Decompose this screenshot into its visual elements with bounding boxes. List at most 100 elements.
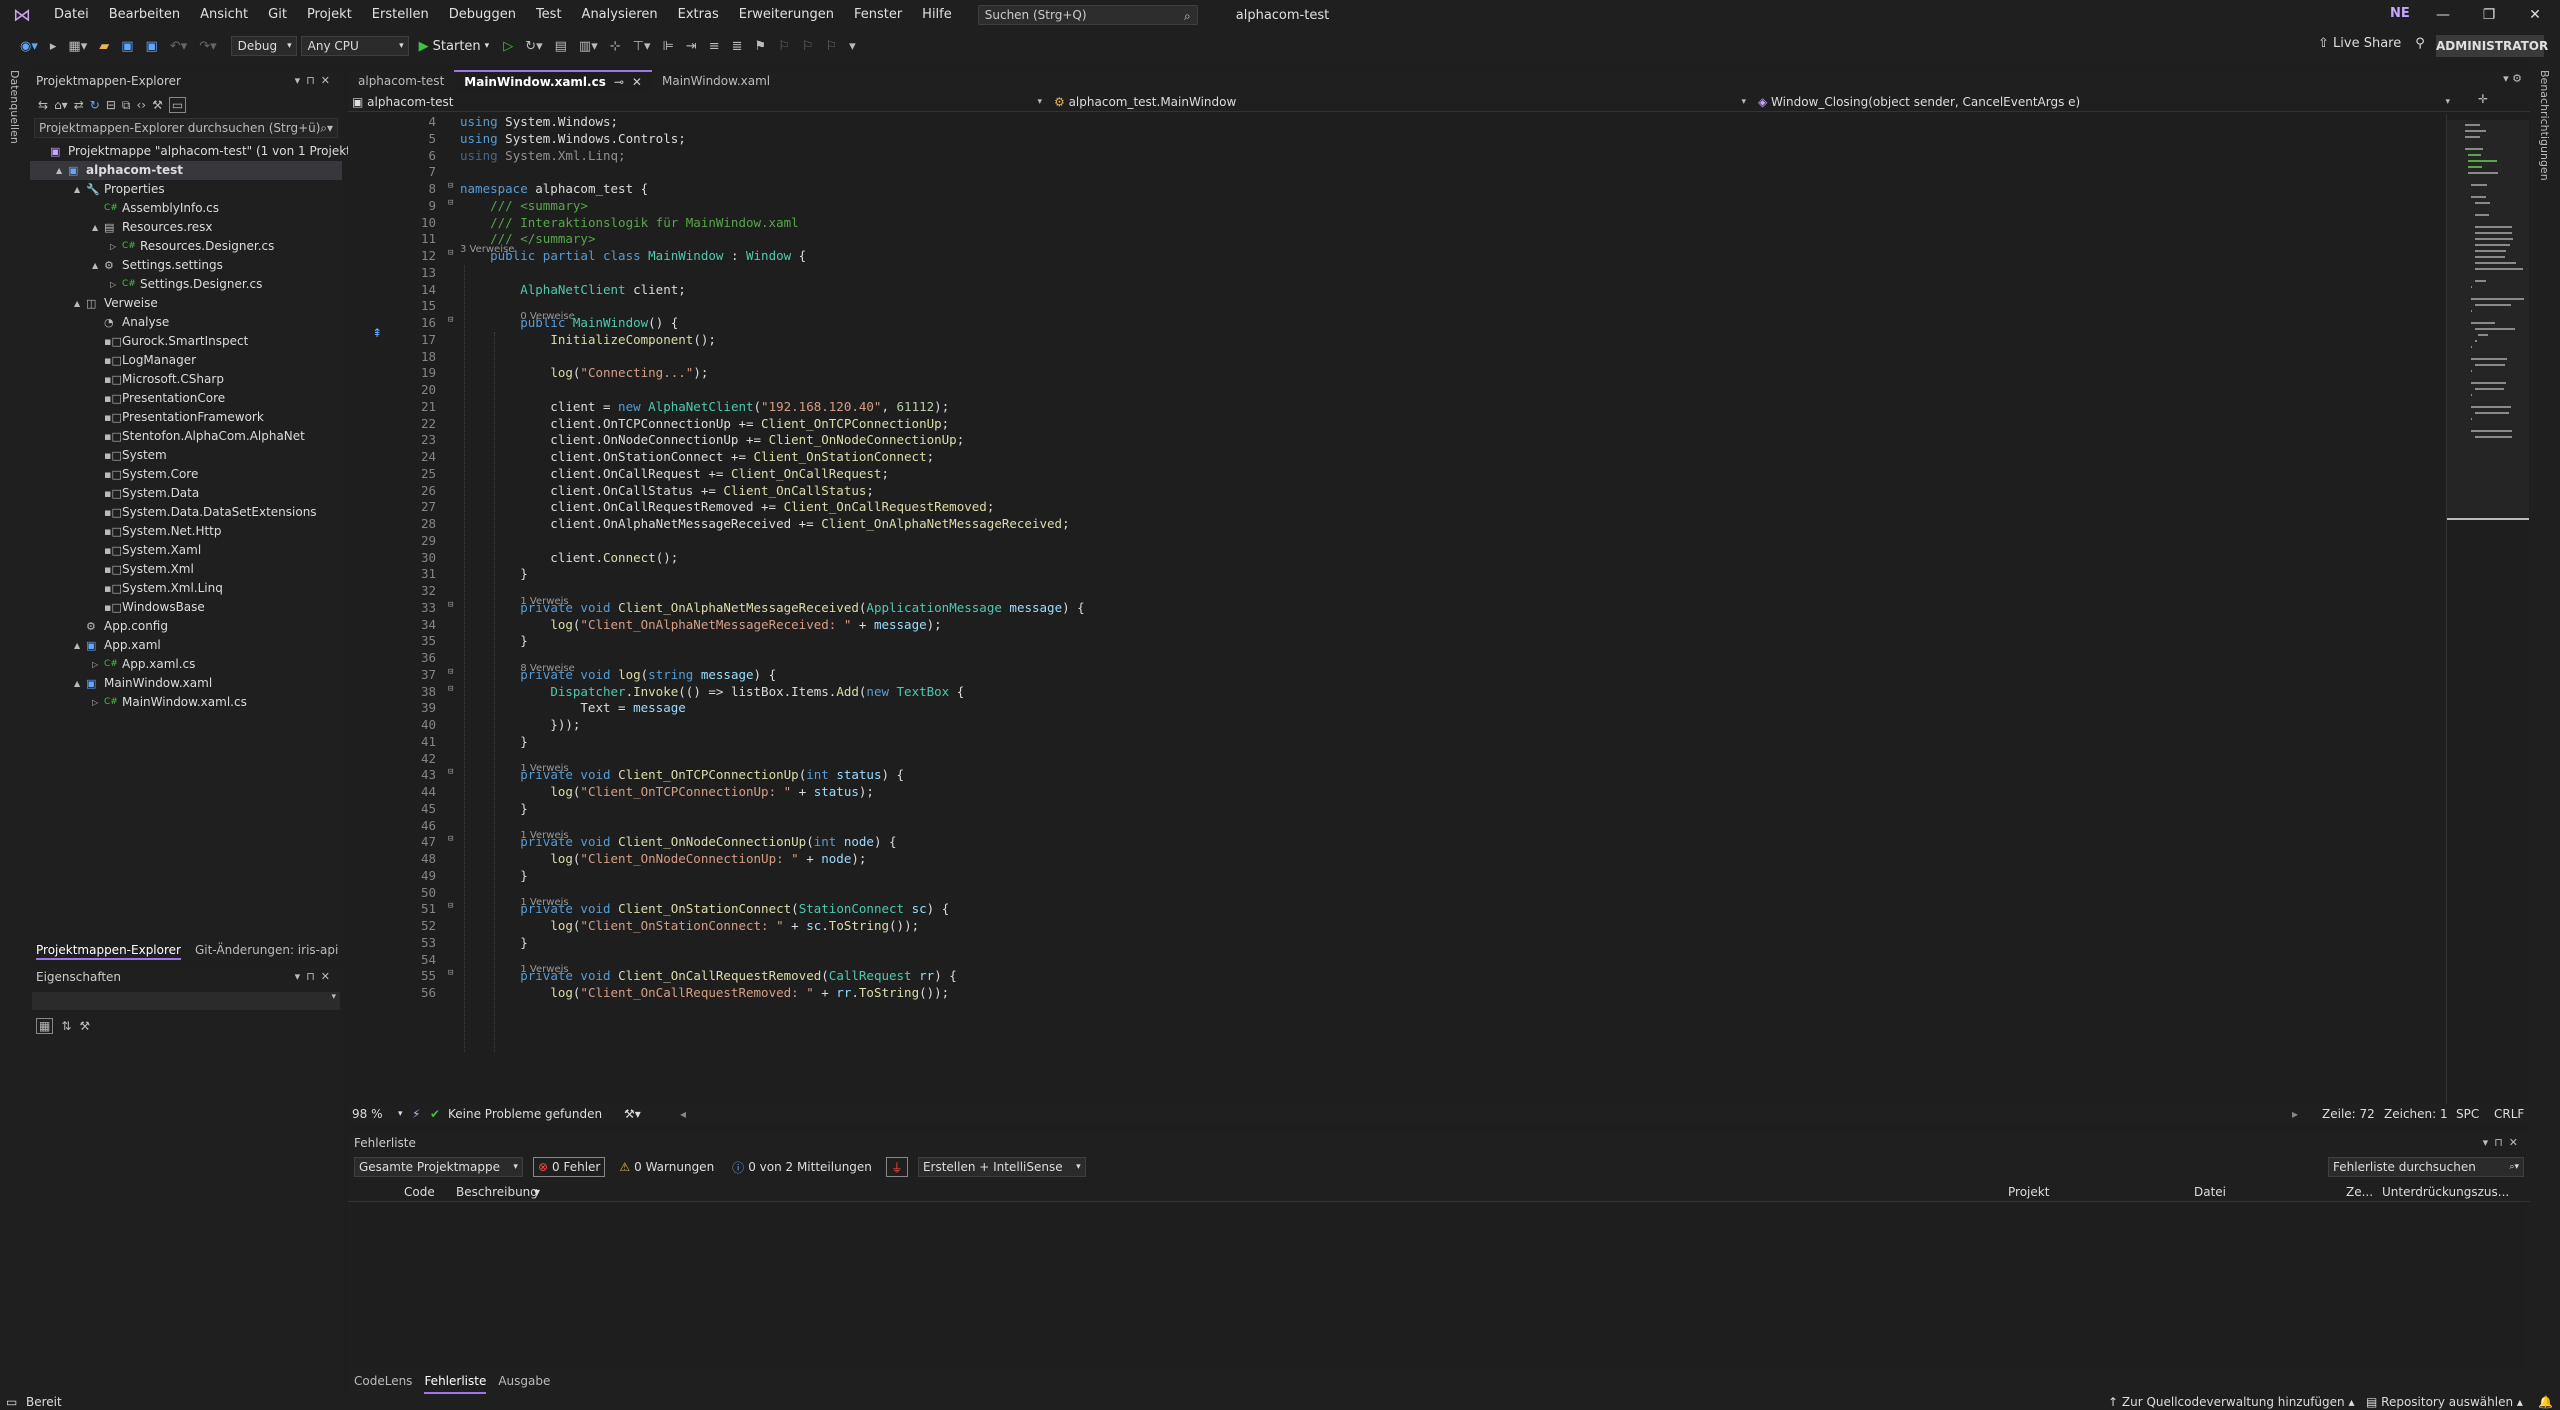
document-tab[interactable]: MainWindow.xaml.cs ⊸ ✕ (454, 70, 652, 92)
expander-icon[interactable]: ▲ (74, 180, 80, 199)
navigate-forward-icon[interactable]: ▸ (46, 39, 61, 54)
properties-object-select[interactable]: ▾ (32, 992, 340, 1010)
menu-item[interactable]: Fenster (844, 0, 912, 30)
tree-item[interactable]: ▲ 🔧 Properties (30, 180, 342, 199)
fold-icon[interactable]: ⊟ (448, 968, 453, 978)
diagnostics-icon[interactable]: ⊹ (606, 39, 625, 54)
tree-item[interactable]: ▪□ LogManager (30, 351, 342, 370)
fold-icon[interactable]: ⊟ (448, 834, 453, 844)
show-all-files-icon[interactable]: ⧉ (122, 98, 131, 113)
expander-icon[interactable]: ▷ (110, 237, 116, 256)
tree-item[interactable]: ▪□ System (30, 446, 342, 465)
menu-item[interactable]: Bearbeiten (99, 0, 190, 30)
code-area[interactable]: 4 using System.Windows; 5 using System.Wind… (348, 114, 2448, 1104)
menu-item[interactable]: Extras (668, 0, 729, 30)
line-indicator[interactable]: Zeile: 72 (2322, 1104, 2375, 1124)
restore-icon[interactable]: ❐ (2466, 0, 2512, 30)
bottom-panel-tab[interactable]: Ausgabe (498, 1368, 550, 1394)
tree-item[interactable]: ▣ Projektmappe "alphacom-test" (1 von 1 P… (30, 142, 356, 161)
tree-item[interactable]: ▪□ Microsoft.CSharp (30, 370, 342, 389)
code-cleanup-icon[interactable]: ⚒▾ (624, 1104, 641, 1124)
error-column-header[interactable]: Beschreibung (456, 1182, 538, 1202)
split-editor-icon[interactable]: ✛ (2478, 92, 2488, 106)
tree-item[interactable]: ▪□ WindowsBase (30, 598, 342, 617)
build-source-select[interactable]: Erstellen + IntelliSense ▾ (917, 1157, 1086, 1177)
menu-item[interactable]: Debuggen (439, 0, 526, 30)
search-box[interactable]: Suchen (Strg+Q) ⌕ (977, 5, 1198, 25)
tree-item[interactable]: ▲ ⚙ Settings.settings (30, 256, 342, 275)
expander-icon[interactable]: ▷ (92, 655, 98, 674)
tree-item[interactable]: ▲ ◫ Verweise (30, 294, 342, 313)
tree-item[interactable]: ▷ C# App.xaml.cs (30, 655, 342, 674)
tree-item[interactable]: ▲ ▣ MainWindow.xaml (30, 674, 342, 693)
minimize-icon[interactable]: — (2420, 0, 2466, 30)
line-ending-indicator[interactable]: CRLF (2494, 1104, 2524, 1124)
switch-view-icon[interactable]: ⇄ (74, 98, 84, 112)
scope-select[interactable]: Gesamte Projektmappe ▾ (354, 1157, 523, 1177)
panel-tab[interactable]: Projektmappen-Explorer (36, 940, 181, 960)
fold-icon[interactable]: ⊟ (448, 315, 453, 325)
tree-item[interactable]: ▪□ System.Xml.Linq (30, 579, 342, 598)
minimap[interactable] (2446, 114, 2529, 1104)
view-code-icon[interactable]: ‹› (136, 98, 146, 112)
expander-icon[interactable]: ▷ (110, 275, 116, 294)
warnings-filter-button[interactable]: ⚠ 0 Warnungen (615, 1157, 718, 1177)
fold-icon[interactable]: ⊟ (448, 181, 453, 191)
filter-toggle-icon[interactable]: ⏚ (885, 1157, 908, 1177)
notifications-bell-icon[interactable]: 🔔 (2538, 1394, 2553, 1410)
feedback-icon[interactable]: ⚲ (2415, 36, 2425, 51)
account-avatar[interactable]: NE (2390, 6, 2414, 24)
tree-item[interactable]: ▲ ▣ alphacom-test (30, 161, 342, 180)
fold-icon[interactable]: ⊟ (448, 248, 453, 258)
tree-item[interactable]: ▪□ System.Data.DataSetExtensions (30, 503, 342, 522)
tree-item[interactable]: ▲ ▤ Resources.resx (30, 218, 342, 237)
error-column-header[interactable]: Unterdrückungszus... (2382, 1182, 2509, 1202)
solution-explorer-search[interactable]: Projektmappen-Explorer durchsuchen (Strg… (34, 118, 338, 138)
save-icon[interactable]: ▣ (117, 39, 137, 54)
bookmark-prev-icon[interactable]: ⚐ (774, 39, 794, 54)
error-column-header[interactable]: Datei (2194, 1182, 2226, 1202)
new-project-icon[interactable]: ▦▾ (64, 39, 91, 54)
fold-icon[interactable]: ⊟ (448, 667, 453, 677)
tree-item[interactable]: ▪□ System.Net.Http (30, 522, 342, 541)
refresh-icon[interactable]: ↻ (90, 98, 100, 112)
error-column-header[interactable]: Projekt (2008, 1182, 2049, 1202)
tree-item[interactable]: ▪□ System.Core (30, 465, 342, 484)
errors-filter-button[interactable]: ⊗ 0 Fehler (532, 1157, 606, 1177)
fold-icon[interactable]: ⊟ (448, 901, 453, 911)
document-tab[interactable]: MainWindow.xaml (652, 70, 780, 92)
platform-select[interactable]: Any CPU ▾ (300, 36, 409, 56)
align-icon[interactable]: ⊫ (658, 39, 677, 54)
scroll-left-icon[interactable]: ◂ (680, 1104, 686, 1124)
indent-icon[interactable]: ⇥ (682, 39, 701, 54)
bottom-panel-tab[interactable]: CodeLens (354, 1368, 412, 1394)
undo-icon[interactable]: ↶▾ (166, 39, 191, 54)
expander-icon[interactable]: ▲ (92, 218, 98, 237)
expander-icon[interactable]: ▷ (92, 693, 98, 712)
bookmark-clear-icon[interactable]: ⚐ (822, 39, 842, 54)
menu-item[interactable]: Projekt (297, 0, 362, 30)
home-icon[interactable]: ⌂▾ (54, 98, 68, 112)
select-repository-button[interactable]: ▤ Repository auswählen ▴ (2366, 1394, 2523, 1410)
hot-reload-icon[interactable]: ↻▾ (521, 39, 546, 54)
expander-icon[interactable]: ▲ (74, 636, 80, 655)
menu-item[interactable]: Erstellen (362, 0, 439, 30)
panel-controls[interactable]: ▾⊓✕ (2483, 1132, 2524, 1154)
tree-item[interactable]: ▲ ▣ App.xaml (30, 636, 342, 655)
problems-label[interactable]: Keine Probleme gefunden (448, 1104, 602, 1124)
scroll-right-icon[interactable]: ▸ (2292, 1104, 2298, 1124)
filter-icon[interactable]: ⊤▾ (629, 39, 655, 54)
tree-item[interactable]: ▪□ Stentofon.AlphaCom.AlphaNet (30, 427, 342, 446)
error-list-body[interactable] (352, 1204, 2524, 1368)
fold-icon[interactable]: ⊟ (448, 684, 453, 694)
tree-item[interactable]: ▪□ PresentationCore (30, 389, 342, 408)
visual-studio-logo-icon[interactable]: ⋈ (0, 0, 44, 30)
error-column-header[interactable]: Ze... (2346, 1182, 2373, 1202)
collapse-all-icon[interactable]: ⊟ (106, 98, 116, 112)
error-list-search[interactable]: Fehlerliste durchsuchen ⌕▾ (2328, 1157, 2524, 1177)
tree-item[interactable]: ▪□ System.Data (30, 484, 342, 503)
fold-icon[interactable]: ⊟ (448, 198, 453, 208)
tree-item[interactable]: ▪□ Gurock.SmartInspect (30, 332, 342, 351)
minimap-viewport[interactable] (2447, 120, 2529, 520)
alphabetical-icon[interactable]: ⇅ (61, 1019, 71, 1033)
